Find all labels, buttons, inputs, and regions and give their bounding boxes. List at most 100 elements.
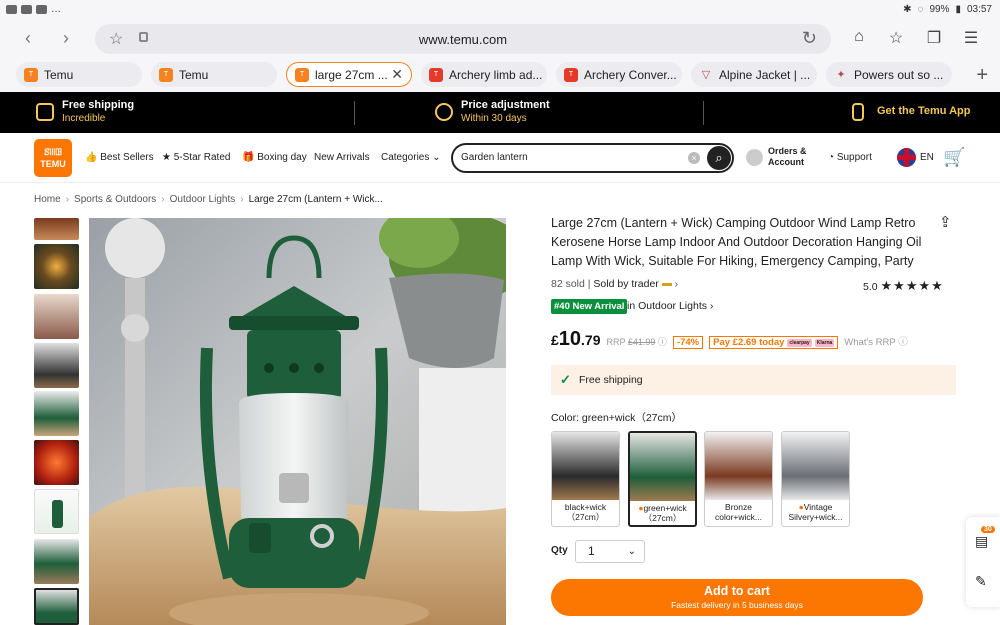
thumbnail[interactable] bbox=[34, 391, 79, 436]
swatch-line1: black+wick bbox=[564, 502, 607, 512]
battery-level: 99% bbox=[929, 4, 950, 15]
truck-icon bbox=[36, 103, 54, 121]
gift-icon: 🎁 bbox=[242, 152, 255, 163]
feedback-icon[interactable]: ✎ bbox=[975, 573, 987, 590]
tab-temu-2[interactable]: T Temu bbox=[151, 62, 277, 87]
thumbnail[interactable] bbox=[34, 489, 79, 534]
swatch-image bbox=[705, 432, 772, 500]
price-whole: 10 bbox=[558, 328, 582, 350]
tab-label: Temu bbox=[179, 67, 209, 82]
home-icon[interactable]: ⌂ bbox=[848, 28, 870, 46]
thumbnail[interactable] bbox=[34, 294, 79, 339]
pay-today: Pay £2.69 today bbox=[713, 337, 785, 348]
price-frac: .79 bbox=[581, 332, 601, 348]
menu-icon[interactable]: ☰ bbox=[960, 28, 982, 48]
search-icon[interactable]: ⌕ bbox=[707, 146, 731, 170]
free-shipping-label: Free shipping bbox=[579, 374, 643, 386]
swatch-bronze[interactable]: Bronze color+wick... bbox=[704, 431, 773, 527]
clock: 03:57 bbox=[966, 4, 992, 15]
breadcrumb-lights[interactable]: Outdoor Lights bbox=[170, 194, 236, 205]
swatch-line1: ●Vintage bbox=[782, 502, 849, 512]
promo-price-adjustment[interactable]: Price adjustment Within 30 days bbox=[461, 99, 550, 124]
share-icon[interactable]: ⇪ bbox=[939, 213, 952, 231]
close-tab-icon[interactable]: ✕ bbox=[391, 66, 403, 83]
tab-archery-conver[interactable]: T Archery Conver... bbox=[556, 62, 682, 87]
tab-label: Temu bbox=[44, 67, 74, 82]
promo-free-shipping-title: Free shipping bbox=[62, 99, 135, 111]
nav-new-arrivals[interactable]: New Arrivals bbox=[314, 152, 370, 163]
forward-icon[interactable]: › bbox=[54, 27, 78, 51]
quantity-select[interactable]: 1 ⌄ bbox=[575, 540, 645, 563]
chevron-down-icon: ⌄ bbox=[627, 546, 636, 557]
reload-icon[interactable]: ↻ bbox=[802, 28, 817, 49]
product-main-image[interactable] bbox=[89, 218, 506, 625]
promo-free-shipping-sub: Incredible bbox=[62, 113, 106, 124]
tabs-icon[interactable]: ❐ bbox=[923, 28, 945, 48]
language-label[interactable]: EN bbox=[920, 152, 934, 163]
whats-rrp-link[interactable]: What's RRP ⓘ bbox=[844, 334, 907, 348]
star-badge-icon: ★ bbox=[162, 152, 171, 163]
tab-temu-1[interactable]: T Temu bbox=[16, 62, 142, 87]
pay-later-badge[interactable]: Pay £2.69 today clearpay Klarna bbox=[709, 336, 839, 349]
status-left: … bbox=[6, 4, 61, 15]
url-bar[interactable]: ☆ www.temu.com ↻ bbox=[95, 24, 831, 54]
temu-logo[interactable]: ꕷꔖꖸ TEMU bbox=[34, 139, 72, 177]
breadcrumb: Home › Sports & Outdoors › Outdoor Light… bbox=[34, 194, 383, 205]
discount-badge: -74% bbox=[672, 336, 704, 349]
rating[interactable]: 5.0 ★★★★★ bbox=[863, 278, 944, 294]
thumbnail[interactable] bbox=[34, 440, 79, 485]
swatch-green[interactable]: ●green+wick （27cm） bbox=[628, 431, 697, 527]
cart-icon[interactable]: 🛒 bbox=[943, 147, 965, 168]
tab-strip: T Temu T Temu T large 27cm ... ✕ T Arche… bbox=[0, 58, 1000, 92]
info-icon[interactable]: ⓘ bbox=[658, 337, 667, 347]
breadcrumb-sep: › bbox=[240, 194, 244, 205]
add-to-cart-button[interactable]: Add to cart Fastest delivery in 5 busine… bbox=[551, 579, 923, 616]
orders-account[interactable]: Orders & Account bbox=[746, 146, 807, 168]
thumbnail[interactable] bbox=[34, 244, 79, 289]
divider bbox=[354, 101, 355, 125]
back-icon[interactable]: ‹ bbox=[16, 27, 40, 51]
promo-get-app[interactable]: Get the Temu App bbox=[877, 105, 971, 117]
thumbnail[interactable] bbox=[34, 539, 79, 584]
tab-powers-out[interactable]: ✦ Powers out so ... bbox=[826, 62, 952, 87]
breadcrumb-sports[interactable]: Sports & Outdoors bbox=[74, 194, 156, 205]
support-label: Support bbox=[836, 152, 872, 163]
youtube-icon bbox=[21, 5, 32, 14]
tab-archery-limb[interactable]: T Archery limb ad... bbox=[421, 62, 547, 87]
swatch-image bbox=[630, 433, 695, 501]
tab-current[interactable]: T large 27cm ... ✕ bbox=[286, 62, 412, 87]
thumbnail[interactable] bbox=[34, 218, 79, 240]
category-rank-link[interactable]: in Outdoor Lights › bbox=[627, 300, 713, 312]
sold-by[interactable]: Sold by trader bbox=[593, 278, 658, 290]
bookmarks-icon[interactable]: ☆ bbox=[885, 28, 907, 48]
nav-five-star[interactable]: ★ 5-Star Rated bbox=[162, 152, 230, 163]
chat-count-badge: 30 bbox=[981, 526, 995, 533]
nav-categories-label: Categories bbox=[381, 152, 430, 163]
nav-boxing-day[interactable]: 🎁 Boxing day bbox=[242, 152, 307, 163]
avatar bbox=[746, 149, 763, 166]
clear-search-icon[interactable]: × bbox=[688, 152, 700, 164]
uk-flag-icon[interactable] bbox=[897, 148, 916, 167]
new-tab-icon[interactable]: + bbox=[976, 64, 988, 87]
rating-value: 5.0 bbox=[863, 281, 878, 293]
youtube-icon bbox=[36, 5, 47, 14]
promo-free-shipping[interactable]: Free shipping Incredible bbox=[62, 99, 134, 124]
breadcrumb-home[interactable]: Home bbox=[34, 194, 61, 205]
swatch-black[interactable]: black+wick （27cm） bbox=[551, 431, 620, 527]
silent-icon: ◌ bbox=[917, 4, 924, 15]
swatch-line2: Silvery+wick... bbox=[788, 512, 843, 522]
thumbnail[interactable] bbox=[34, 343, 79, 388]
swatch-vintage-silvery[interactable]: ●Vintage Silvery+wick... bbox=[781, 431, 850, 527]
delivery-note: Fastest delivery in 5 business days bbox=[671, 600, 803, 610]
nav-categories[interactable]: Categories ⌄ bbox=[381, 152, 441, 163]
logo-glyphs: ꕷꔖꖸ bbox=[44, 147, 62, 157]
free-shipping-box: ✓ Free shipping bbox=[551, 365, 956, 395]
chat-icon[interactable]: ▤ bbox=[975, 533, 988, 550]
tab-alpine-jacket[interactable]: ▽ Alpine Jacket | ... bbox=[691, 62, 817, 87]
search-input[interactable]: Garden lantern × ⌕ bbox=[451, 143, 734, 173]
sold-count: 82 sold bbox=[551, 278, 585, 290]
nav-best-sellers[interactable]: 👍 Best Sellers bbox=[85, 152, 154, 163]
thumbnail-selected[interactable] bbox=[34, 588, 79, 625]
support-link[interactable]: ◔ Support bbox=[828, 152, 872, 163]
rrp-value: £41.99 bbox=[627, 337, 656, 347]
